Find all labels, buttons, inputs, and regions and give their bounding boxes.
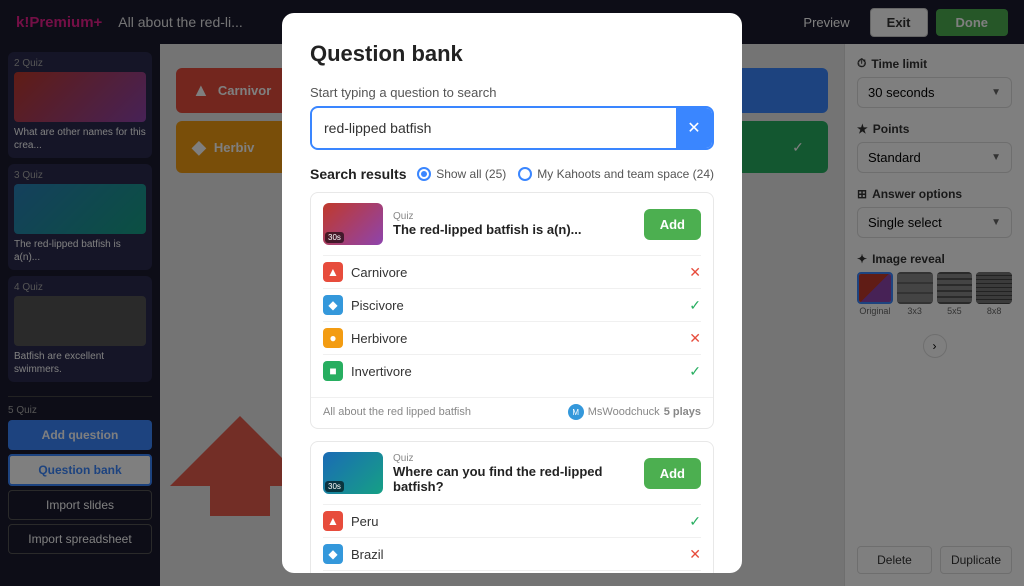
- meta-left-1: All about the red lipped batfish: [323, 406, 471, 418]
- invertivore-text: Invertivore: [351, 364, 681, 379]
- carnivore-wrong-icon: ✕: [689, 264, 701, 281]
- result-1-info: Quiz The red-lipped batfish is a(n)...: [393, 211, 634, 237]
- piscivore-correct-icon: ✓: [689, 297, 701, 314]
- meta-source-1: All about the red lipped batfish: [323, 406, 471, 418]
- result-1-type: Quiz: [393, 211, 634, 222]
- answer-icon-blue: ◆: [323, 295, 343, 315]
- add-result-2-button[interactable]: Add: [644, 458, 701, 489]
- result-card-1: 30s Quiz The red-lipped batfish is a(n).…: [310, 192, 714, 429]
- answer-icon-green: ■: [323, 361, 343, 381]
- answer-row-piscivore: ◆ Piscivore ✓: [323, 288, 701, 321]
- radio-dot-2: [518, 167, 532, 181]
- results-header: Search results Show all (25) My Kahoots …: [310, 166, 714, 182]
- clear-search-button[interactable]: ✕: [676, 108, 712, 148]
- result-2-type: Quiz: [393, 453, 634, 464]
- result-2-question: Where can you find the red-lipped batfis…: [393, 464, 634, 494]
- result-2-info: Quiz Where can you find the red-lipped b…: [393, 453, 634, 494]
- peru-text: Peru: [351, 514, 681, 529]
- question-bank-modal: Question bank Start typing a question to…: [282, 13, 742, 573]
- add-result-1-button[interactable]: Add: [644, 209, 701, 240]
- brazil-wrong-icon: ✕: [689, 546, 701, 563]
- herbivore-text: Herbivore: [351, 331, 681, 346]
- radio-label-1: Show all (25): [436, 167, 506, 181]
- radio-label-2: My Kahoots and team space (24): [537, 167, 714, 181]
- answer-icon-red: ▲: [323, 262, 343, 282]
- modal-title: Question bank: [310, 41, 714, 67]
- carnivore-text: Carnivore: [351, 265, 681, 280]
- result-card-2: 30s Quiz Where can you find the red-lipp…: [310, 441, 714, 573]
- answer-icon-blue-2: ◆: [323, 544, 343, 564]
- meta-right-1: M MsWoodchuck 5 plays: [568, 404, 701, 420]
- answer-row-carnivore: ▲ Carnivore ✕: [323, 255, 701, 288]
- result-2-duration: 30s: [325, 481, 344, 492]
- herbivore-wrong-icon: ✕: [689, 330, 701, 347]
- answer-row-peru: ▲ Peru ✓: [323, 504, 701, 537]
- result-2-thumb: 30s: [323, 452, 383, 494]
- answer-icon-yellow: ●: [323, 328, 343, 348]
- answer-row-galapagos: ● Galapagos ✓: [323, 570, 701, 573]
- search-row: ✕: [310, 106, 714, 150]
- result-1-header: 30s Quiz The red-lipped batfish is a(n).…: [311, 193, 713, 255]
- result-1-thumb: 30s: [323, 203, 383, 245]
- result-1-question: The red-lipped batfish is a(n)...: [393, 222, 634, 237]
- result-1-duration: 30s: [325, 232, 344, 243]
- result-1-answers: ▲ Carnivore ✕ ◆ Piscivore ✓ ● Herbivore …: [311, 255, 713, 397]
- peru-correct-icon: ✓: [689, 513, 701, 530]
- search-input[interactable]: [312, 110, 676, 146]
- result-2-header: 30s Quiz Where can you find the red-lipp…: [311, 442, 713, 504]
- result-2-answers: ▲ Peru ✓ ◆ Brazil ✕ ● Galapagos ✓ ■ All …: [311, 504, 713, 573]
- results-title: Search results: [310, 166, 407, 182]
- search-label: Start typing a question to search: [310, 85, 714, 100]
- meta-avatar-1: M: [568, 404, 584, 420]
- answer-row-invertivore: ■ Invertivore ✓: [323, 354, 701, 387]
- result-1-meta: All about the red lipped batfish M MsWoo…: [311, 397, 713, 428]
- answer-row-herbivore: ● Herbivore ✕: [323, 321, 701, 354]
- radio-dot-1: [417, 167, 431, 181]
- meta-user-1: MsWoodchuck: [588, 406, 660, 418]
- answer-icon-red-2: ▲: [323, 511, 343, 531]
- invertivore-correct-icon: ✓: [689, 363, 701, 380]
- piscivore-text: Piscivore: [351, 298, 681, 313]
- meta-plays-1: 5 plays: [664, 406, 701, 418]
- radio-my-kahoots[interactable]: My Kahoots and team space (24): [518, 167, 714, 181]
- brazil-text: Brazil: [351, 547, 681, 562]
- radio-show-all[interactable]: Show all (25): [417, 167, 506, 181]
- answer-row-brazil: ◆ Brazil ✕: [323, 537, 701, 570]
- modal-overlay: Question bank Start typing a question to…: [0, 0, 1024, 586]
- radio-group: Show all (25) My Kahoots and team space …: [417, 167, 714, 181]
